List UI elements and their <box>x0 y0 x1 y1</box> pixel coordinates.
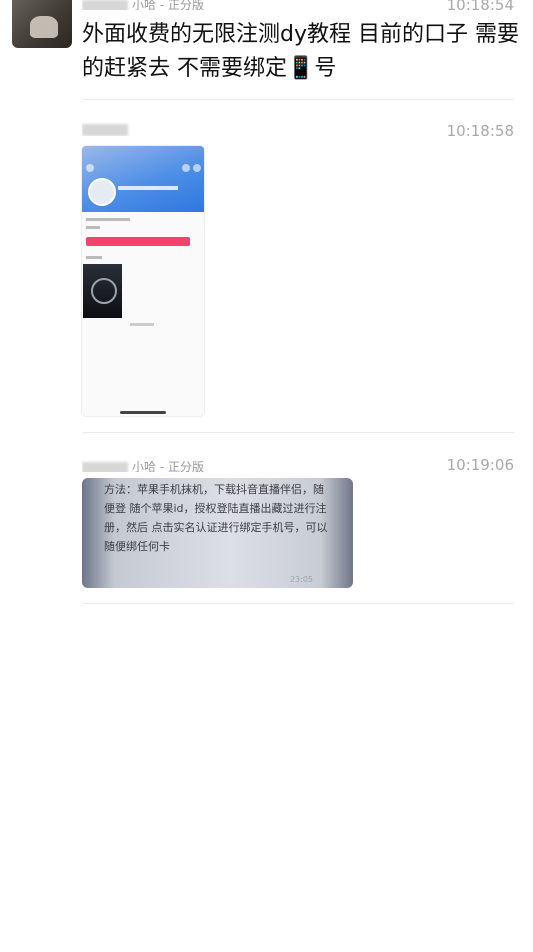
sender-name: 小哈 - 正分版 <box>82 0 204 10</box>
message-time: 10:18:54 <box>446 0 514 14</box>
message-divider <box>82 432 514 433</box>
message-divider <box>82 603 514 604</box>
image-attachment-instructions[interactable]: 方法：苹果手机抹机，下载抖音直播伴侣，随便登 随个苹果id，授权登陆直播出藏过进… <box>82 478 353 588</box>
message-text: 外面收费的无限注测dy教程 目前的口子 需要的赶紧去 不需要绑定📱号 <box>82 22 519 81</box>
message-divider <box>82 99 514 100</box>
sender-avatar[interactable] <box>12 0 72 48</box>
sender-name: 小哈 - 正分版 <box>82 458 204 472</box>
message-time: 10:19:06 <box>446 456 514 474</box>
sender-name <box>82 122 132 136</box>
image-attachment-profile-screenshot[interactable] <box>82 146 204 416</box>
image-text: 方法：苹果手机抹机，下载抖音直播伴侣，随便登 随个苹果id，授权登陆直播出藏过进… <box>104 483 328 553</box>
message-time: 10:18:58 <box>446 122 514 140</box>
image-timestamp: 23:05 <box>289 575 313 584</box>
